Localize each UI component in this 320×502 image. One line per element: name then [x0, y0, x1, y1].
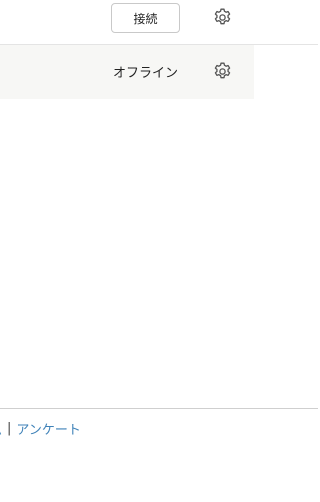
- connect-button[interactable]: 接続: [111, 3, 180, 33]
- footer-links: ム | アンケート: [0, 419, 318, 439]
- gear-icon[interactable]: [212, 7, 233, 28]
- footer-link-program[interactable]: ム: [0, 419, 2, 438]
- account-panel: 接続 オフライン ム | アンケート: [0, 0, 318, 502]
- status-offline-label: オフライン: [113, 66, 179, 81]
- account-row-connected: 接続: [0, 0, 318, 45]
- gear-icon[interactable]: [212, 61, 233, 82]
- footer-divider: [0, 408, 318, 409]
- footer-link-survey[interactable]: アンケート: [16, 419, 80, 438]
- account-row-offline: オフライン: [0, 45, 254, 99]
- footer-separator: |: [7, 421, 12, 436]
